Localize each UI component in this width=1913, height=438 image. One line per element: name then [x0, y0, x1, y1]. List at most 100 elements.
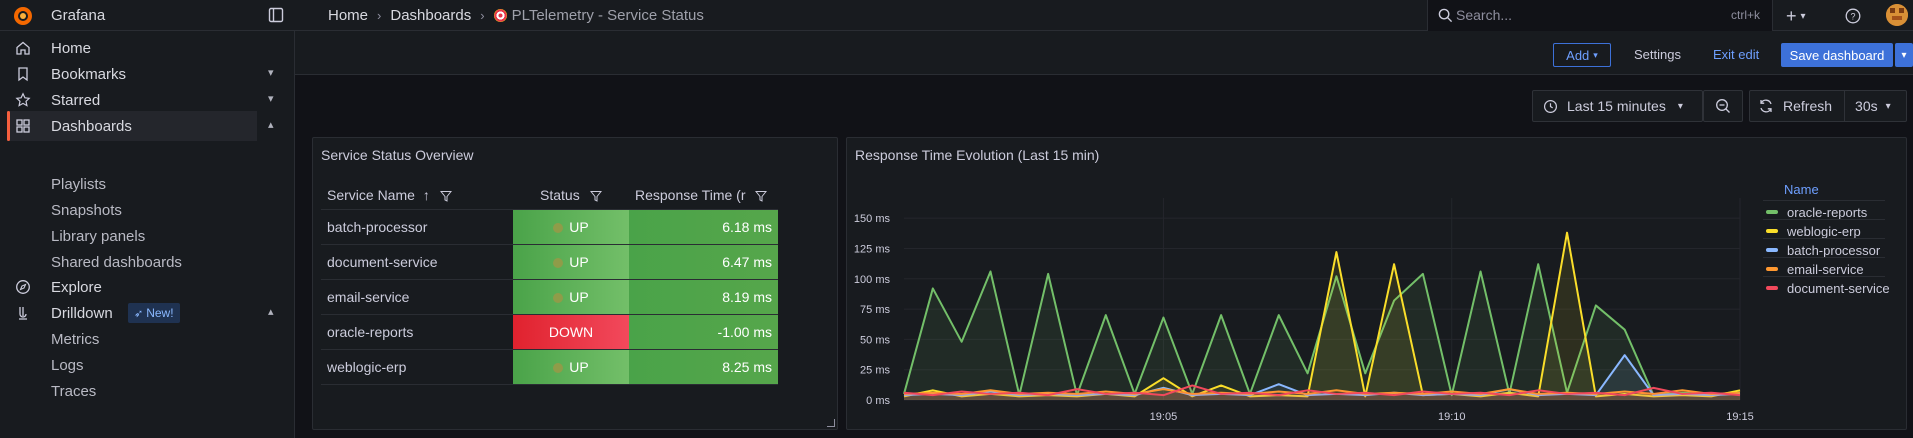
sidebar-item-label: Explore — [51, 279, 102, 296]
dock-menu-icon[interactable] — [268, 7, 284, 23]
legend-label: document-service — [1787, 280, 1890, 296]
column-label: Status — [540, 186, 580, 203]
legend-header[interactable]: Name — [1784, 182, 1819, 197]
sidebar-item-library-panels[interactable]: Library panels — [51, 228, 145, 245]
breadcrumb-current: PLTelemetry - Service Status — [493, 7, 704, 24]
new-menu-button[interactable]: + ▾ — [1786, 6, 1806, 27]
zoom-out-button[interactable] — [1703, 90, 1743, 122]
save-options-chevron-icon[interactable]: ▾ — [1895, 43, 1913, 67]
response-time-cell: -1.00 ms — [629, 314, 778, 350]
status-dot-icon — [553, 362, 564, 373]
service-name-cell: document-service — [321, 244, 513, 280]
status-cell: UP — [513, 209, 629, 245]
add-button[interactable]: Add ▾ — [1553, 43, 1611, 67]
status-dot-icon — [553, 257, 564, 268]
legend-label: weblogic-erp — [1787, 223, 1861, 239]
column-header-response-time[interactable]: Response Time (r — [629, 181, 778, 210]
home-icon — [16, 41, 30, 55]
sidebar-item-logs[interactable]: Logs — [51, 357, 84, 374]
column-header-status[interactable]: Status — [513, 181, 629, 210]
refresh-interval[interactable]: 30s — [1855, 98, 1878, 114]
chevron-down-icon[interactable]: ▾ — [268, 66, 280, 80]
legend-swatch-icon — [1766, 248, 1778, 252]
table-row[interactable]: batch-processor UP 6.18 ms — [321, 209, 778, 245]
sidebar-item-label: Drilldown — [51, 305, 113, 322]
chevron-down-icon: ▾ — [1800, 11, 1806, 22]
legend-swatch-icon — [1766, 286, 1778, 290]
panel-title: Service Status Overview — [321, 147, 474, 163]
y-tick-label: 100 ms — [854, 274, 891, 286]
filter-icon[interactable] — [589, 190, 602, 202]
legend-label: batch-processor — [1787, 242, 1881, 258]
service-name-cell: email-service — [321, 279, 513, 315]
sidebar-item-label: Bookmarks — [51, 66, 127, 83]
grafana-logo-icon[interactable] — [12, 5, 34, 27]
table-header-row: Service Name ↑ Status Response Time (r — [321, 181, 778, 210]
response-time-panel[interactable]: Response Time Evolution (Last 15 min) 0 … — [846, 137, 1907, 430]
legend-swatch-icon — [1766, 267, 1778, 271]
status-dot-icon — [553, 222, 564, 233]
dashboard-title: PLTelemetry - Service Status — [511, 7, 704, 24]
sidebar-item-drilldown[interactable]: Drilldown ➶ New! ▴ — [0, 298, 294, 328]
response-time-chart[interactable]: 0 ms 25 ms 50 ms 75 ms 100 ms 125 ms 150 ms 19:… — [847, 138, 1908, 431]
breadcrumb-dashboards[interactable]: Dashboards — [390, 7, 471, 24]
star-icon — [15, 92, 31, 107]
legend-swatch-icon — [1766, 210, 1778, 214]
bookmark-icon — [18, 67, 28, 82]
status-cell: UP — [513, 279, 629, 315]
sidebar-item-label: Home — [51, 40, 92, 57]
save-dashboard-button[interactable]: Save dashboard — [1781, 43, 1893, 67]
status-badge: UP — [569, 253, 589, 270]
resize-handle-icon[interactable] — [827, 419, 835, 427]
sidebar-item-shared-dashboards[interactable]: Shared dashboards — [51, 254, 182, 271]
chevron-down-icon[interactable]: ▾ — [268, 92, 280, 106]
table-body: batch-processor UP 6.18 ms document-service… — [321, 209, 778, 385]
svg-text:?: ? — [1850, 12, 1855, 22]
legend-label: email-service — [1787, 261, 1864, 277]
sidebar-item-traces[interactable]: Traces — [51, 383, 96, 400]
help-icon[interactable]: ? — [1845, 8, 1861, 24]
avatar[interactable] — [1886, 4, 1908, 26]
column-header-service-name[interactable]: Service Name ↑ — [321, 181, 513, 210]
chevron-up-icon[interactable]: ▴ — [268, 305, 280, 319]
search-input[interactable]: Search... ctrl+k — [1427, 0, 1773, 31]
table-row[interactable]: weblogic-erp UP 8.25 ms — [321, 349, 778, 385]
compass-icon — [16, 280, 30, 294]
table-row[interactable]: email-service UP 8.19 ms — [321, 279, 778, 315]
y-tick-label: 50 ms — [860, 334, 890, 346]
chevron-down-icon: ▾ — [1677, 100, 1683, 112]
search-placeholder: Search... — [1456, 7, 1513, 23]
refresh-button[interactable]: Refresh 30s ▾ — [1749, 90, 1907, 122]
service-status-panel[interactable]: Service Status Overview Service Name ↑ S… — [312, 137, 838, 430]
search-shortcut: ctrl+k — [1730, 8, 1760, 22]
sidebar-item-snapshots[interactable]: Snapshots — [51, 202, 122, 219]
table-row[interactable]: oracle-reports DOWN -1.00 ms — [321, 314, 778, 350]
drilldown-icon — [19, 307, 27, 320]
chevron-down-icon: ▾ — [1885, 100, 1891, 112]
app-brand: Grafana — [51, 7, 106, 24]
chevron-up-icon[interactable]: ▴ — [268, 118, 280, 132]
settings-button[interactable]: Settings — [1634, 47, 1681, 62]
breadcrumb: Home › Dashboards › PLTelemetry - Servic… — [328, 7, 704, 24]
x-tick-label: 19:15 — [1726, 411, 1754, 423]
time-range-picker[interactable]: Last 15 minutes ▾ — [1532, 90, 1703, 122]
breadcrumb-home[interactable]: Home — [328, 7, 368, 24]
sidebar-item-label: Dashboards — [51, 118, 132, 135]
service-name-cell: weblogic-erp — [321, 349, 513, 385]
filter-icon[interactable] — [755, 190, 768, 202]
sidebar-item-playlists[interactable]: Playlists — [51, 176, 106, 193]
legend-label: oracle-reports — [1787, 204, 1868, 220]
exit-edit-button[interactable]: Exit edit — [1713, 47, 1759, 62]
filter-icon[interactable] — [439, 190, 452, 202]
table-row[interactable]: document-service UP 6.47 ms — [321, 244, 778, 280]
y-tick-label: 0 ms — [866, 395, 890, 407]
sort-ascending-icon: ↑ — [422, 186, 430, 203]
user-avatar-icon — [1886, 4, 1908, 26]
sidebar-item-dashboards[interactable]: Dashboards ▴ — [7, 111, 274, 141]
sidebar-item-metrics[interactable]: Metrics — [51, 331, 99, 348]
refresh-icon — [1760, 99, 1772, 113]
y-tick-label: 25 ms — [860, 365, 890, 377]
legend-item[interactable]: document-service — [1766, 277, 1890, 299]
status-cell: UP — [513, 244, 629, 280]
rocket-icon: ➶ — [134, 307, 144, 320]
